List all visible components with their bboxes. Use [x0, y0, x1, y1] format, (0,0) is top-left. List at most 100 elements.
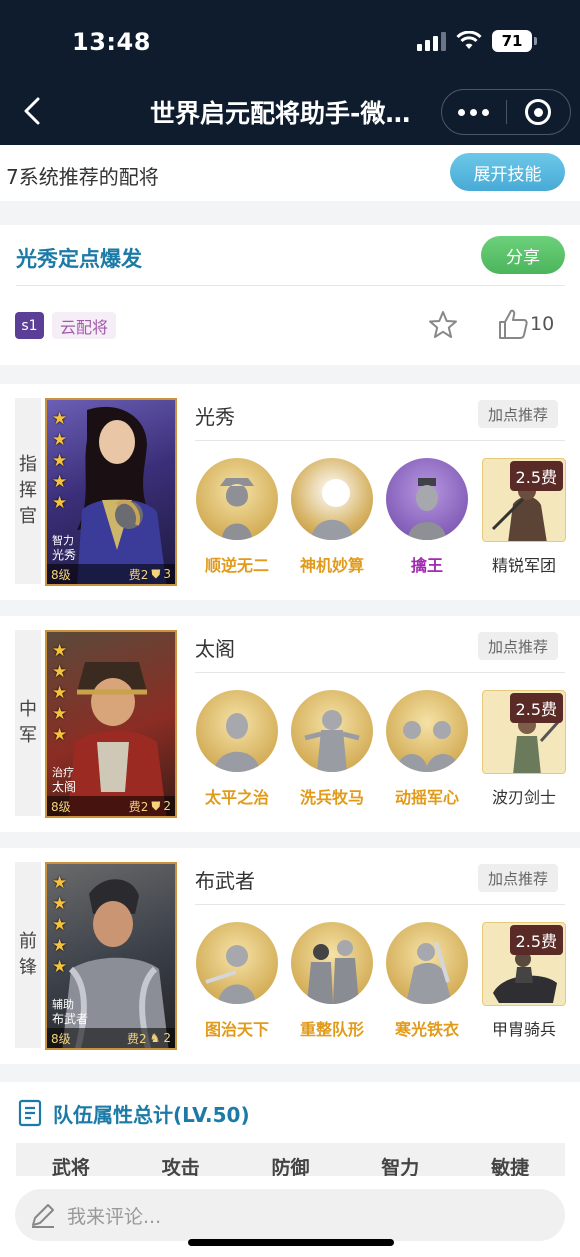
skill-slot[interactable]: 太平之治 [196, 690, 278, 808]
document-icon [18, 1099, 42, 1127]
hero-level: 8级 [51, 1031, 71, 1046]
hero-portrait-name: 太阁 [52, 780, 77, 794]
lineup-name: 光秀定点爆发 [16, 247, 142, 271]
troop-label: 波刃剑士 [491, 788, 556, 807]
hero-name: 太阁 [195, 637, 235, 661]
add-point-recommend-button[interactable]: 加点推荐 [478, 632, 558, 660]
skill-label: 顺逆无二 [204, 556, 269, 575]
hero-level-bar: 8级 费2 ⛊ 2 [47, 796, 175, 816]
star-rating: ★ ★ ★ ★ ★ [52, 873, 68, 977]
troop-cost: 2.5费 [509, 925, 563, 955]
status-icons: 71 [417, 30, 537, 52]
comment-placeholder: 我来评论... [67, 1205, 162, 1228]
skill-label: 重整队形 [299, 1020, 364, 1039]
skill-icon [196, 922, 278, 1004]
close-miniprogram-icon[interactable] [507, 99, 571, 125]
skill-slot[interactable]: 寒光铁衣 [386, 922, 468, 1040]
divider [195, 904, 565, 905]
hero-card-vanguard: 前锋 ★ ★ ★ ★ ★ 辅助 布武者 8级 费2 ♞ 2 布武者 加点推荐 图治天下 [0, 848, 580, 1064]
star-rating: ★ ★ ★ ★ ★ [52, 641, 68, 745]
unit-count: 2 [163, 799, 171, 813]
troop-icon: 2.5费 [482, 922, 566, 1006]
hero-level: 8级 [51, 567, 71, 582]
skill-icon [291, 690, 373, 772]
troop-label: 甲胄骑兵 [491, 1020, 556, 1039]
troop-cost: 2.5费 [509, 693, 563, 723]
divider [195, 440, 565, 441]
hero-level-bar: 8级 费2 ♞ 2 [47, 1028, 175, 1048]
star-rating: ★ ★ ★ ★ ★ [52, 409, 68, 513]
unit-type-icon: ⛊ [151, 798, 161, 813]
troop-slot[interactable]: 2.5费 甲胄骑兵 [482, 922, 566, 1040]
cloud-lineup-tag: 云配将 [52, 312, 117, 339]
skill-slot[interactable]: 动摇军心 [386, 690, 468, 808]
skill-slot[interactable]: 神机妙算 [291, 458, 373, 576]
skill-slot[interactable]: 重整队形 [291, 922, 373, 1040]
divider [195, 672, 565, 673]
season-badge: s1 [15, 312, 44, 339]
troop-slot[interactable]: 2.5费 波刃剑士 [482, 690, 566, 808]
skill-icon [196, 458, 278, 540]
unit-count: 2 [163, 1031, 171, 1045]
divider [16, 285, 565, 286]
hero-card-commander: 指挥官 ★ ★ ★ ★ ★ 智力 光秀 8级 费2 ⛊ 3 光秀 加点推荐 顺逆无二 [0, 384, 580, 600]
role-label: 前锋 [15, 862, 41, 1048]
expand-skills-button[interactable]: 展开技能 [450, 153, 565, 191]
hero-level: 8级 [51, 799, 71, 814]
skill-label: 洗兵牧马 [299, 788, 364, 807]
hero-cost: 费2 ⛊ 3 [128, 566, 171, 582]
hero-portrait[interactable]: ★ ★ ★ ★ ★ 智力 光秀 8级 费2 ⛊ 3 [45, 398, 177, 586]
troop-label: 精锐军团 [491, 556, 556, 575]
add-point-recommend-button[interactable]: 加点推荐 [478, 400, 558, 428]
cellular-signal-icon [417, 31, 446, 51]
skill-icon [291, 458, 373, 540]
like-button[interactable]: 10 [498, 308, 554, 340]
hero-portrait[interactable]: ★ ★ ★ ★ ★ 辅助 布武者 8级 费2 ♞ 2 [45, 862, 177, 1050]
troop-slot[interactable]: 2.5费 精锐军团 [482, 458, 566, 576]
skill-slot[interactable]: 顺逆无二 [196, 458, 278, 576]
hero-name: 光秀 [195, 405, 235, 429]
unit-count: 3 [163, 567, 171, 581]
back-icon[interactable] [20, 96, 46, 126]
more-icon[interactable] [442, 108, 506, 116]
hero-portrait-name: 布武者 [52, 1012, 89, 1026]
wifi-icon [456, 31, 482, 49]
role-label: 指挥官 [15, 398, 41, 584]
skill-label: 寒光铁衣 [394, 1020, 459, 1039]
skill-label: 太平之治 [204, 788, 269, 807]
skill-slot[interactable]: 擒王 [386, 458, 468, 576]
status-time: 13:48 [72, 28, 151, 56]
cavalry-unit-icon: ♞ [149, 1031, 161, 1045]
skill-label: 动摇军心 [394, 788, 459, 807]
skill-icon [386, 690, 468, 772]
skill-slot[interactable]: 洗兵牧马 [291, 690, 373, 808]
skill-slot[interactable]: 图治天下 [196, 922, 278, 1040]
troop-cost: 2.5费 [509, 461, 563, 491]
thumbs-up-icon [499, 309, 528, 339]
hero-portrait[interactable]: ★ ★ ★ ★ ★ 治疗 太阁 8级 费2 ⛊ 2 [45, 630, 177, 818]
comment-input[interactable]: 我来评论... [15, 1189, 565, 1241]
pencil-icon [32, 1204, 54, 1228]
battery-icon: 71 [492, 30, 537, 52]
page-title: 世界启元配将助手-微… [150, 99, 411, 128]
role-label: 中军 [15, 630, 41, 816]
hero-name: 布武者 [195, 869, 255, 893]
skill-label: 擒王 [410, 556, 443, 575]
skill-icon [386, 458, 468, 540]
troop-icon: 2.5费 [482, 690, 566, 774]
skill-icon [196, 690, 278, 772]
home-indicator [188, 1239, 394, 1246]
add-point-recommend-button[interactable]: 加点推荐 [478, 864, 558, 892]
hero-cost: 费2 ♞ 2 [126, 1031, 171, 1046]
hero-portrait-name: 光秀 [52, 548, 77, 562]
hero-card-center: 中军 ★ ★ ★ ★ ★ 治疗 太阁 8级 费2 ⛊ 2 太阁 加点推荐 太平之治 [0, 616, 580, 832]
hero-level-bar: 8级 费2 ⛊ 3 [47, 564, 175, 584]
skill-label: 图治天下 [204, 1020, 269, 1039]
like-count: 10 [530, 313, 555, 335]
miniprogram-capsule [441, 89, 571, 135]
skill-icon [291, 922, 373, 1004]
share-button[interactable]: 分享 [481, 236, 565, 274]
skill-icon [386, 922, 468, 1004]
favorite-star-icon[interactable] [428, 310, 458, 340]
troop-icon: 2.5费 [482, 458, 566, 542]
